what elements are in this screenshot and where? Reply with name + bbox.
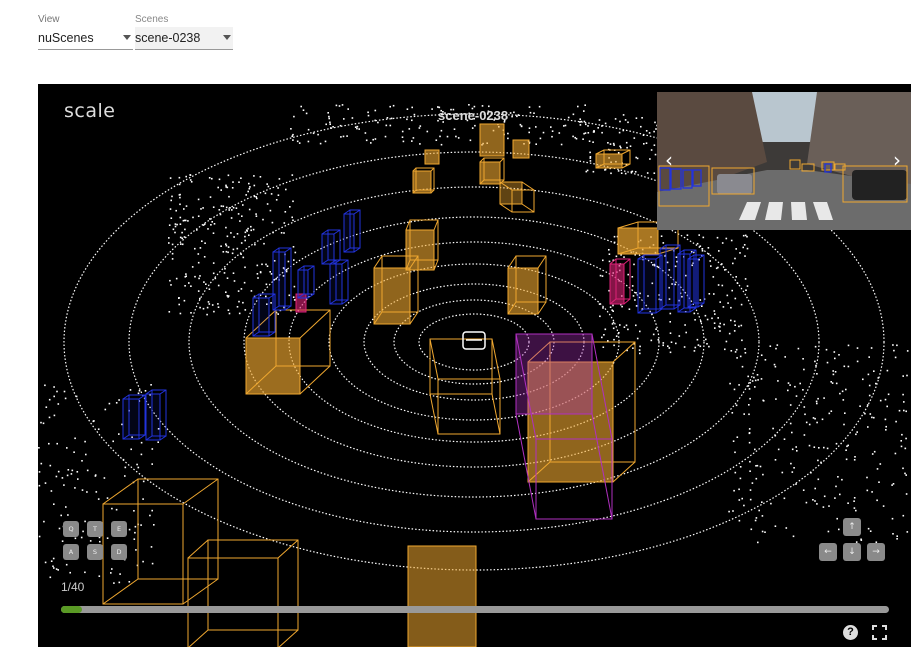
key-d-hint: D bbox=[111, 544, 127, 560]
camera-image bbox=[657, 92, 911, 230]
key-q-hint: Q bbox=[63, 521, 79, 537]
camera-preview: ‹ › bbox=[657, 92, 911, 230]
lidar-viewer[interactable]: scale scene-0238 ‹ › Q T E A S D ↑ ← ↓ →… bbox=[38, 84, 911, 647]
arrow-left-key: ← bbox=[819, 543, 837, 561]
help-icon[interactable]: ? bbox=[843, 625, 858, 640]
dropdown-arrow-icon bbox=[123, 35, 131, 40]
key-t-hint: T bbox=[87, 521, 103, 537]
scenes-select-value: scene-0238 bbox=[135, 31, 201, 45]
scale-logo: scale bbox=[64, 100, 116, 122]
frame-counter: 1/40 bbox=[61, 580, 85, 594]
view-select-label: View bbox=[38, 14, 60, 25]
scenes-select-label: Scenes bbox=[135, 14, 169, 25]
annotation-boxes bbox=[102, 123, 705, 647]
key-s-hint: S bbox=[87, 544, 103, 560]
dropdown-arrow-icon bbox=[223, 35, 231, 40]
chevron-left-icon[interactable]: ‹ bbox=[660, 148, 678, 172]
view-select-value: nuScenes bbox=[38, 31, 94, 45]
scenes-select-group: Scenes scene-0238 bbox=[135, 14, 233, 50]
key-e-hint: E bbox=[111, 521, 127, 537]
arrow-down-key: ↓ bbox=[843, 543, 861, 561]
arrow-up-key: ↑ bbox=[843, 518, 861, 536]
scenes-select[interactable]: scene-0238 bbox=[135, 27, 233, 50]
chevron-right-icon[interactable]: › bbox=[888, 148, 906, 172]
view-select-group: View nuScenes bbox=[38, 14, 133, 50]
key-a-hint: A bbox=[63, 544, 79, 560]
view-select[interactable]: nuScenes bbox=[38, 27, 133, 50]
fullscreen-icon[interactable] bbox=[872, 625, 887, 640]
timeline-slider[interactable] bbox=[61, 606, 889, 613]
arrow-right-key: → bbox=[867, 543, 885, 561]
timeline-progress bbox=[61, 606, 82, 613]
scene-title: scene-0238 bbox=[438, 108, 509, 123]
ego-vehicle bbox=[462, 331, 486, 350]
